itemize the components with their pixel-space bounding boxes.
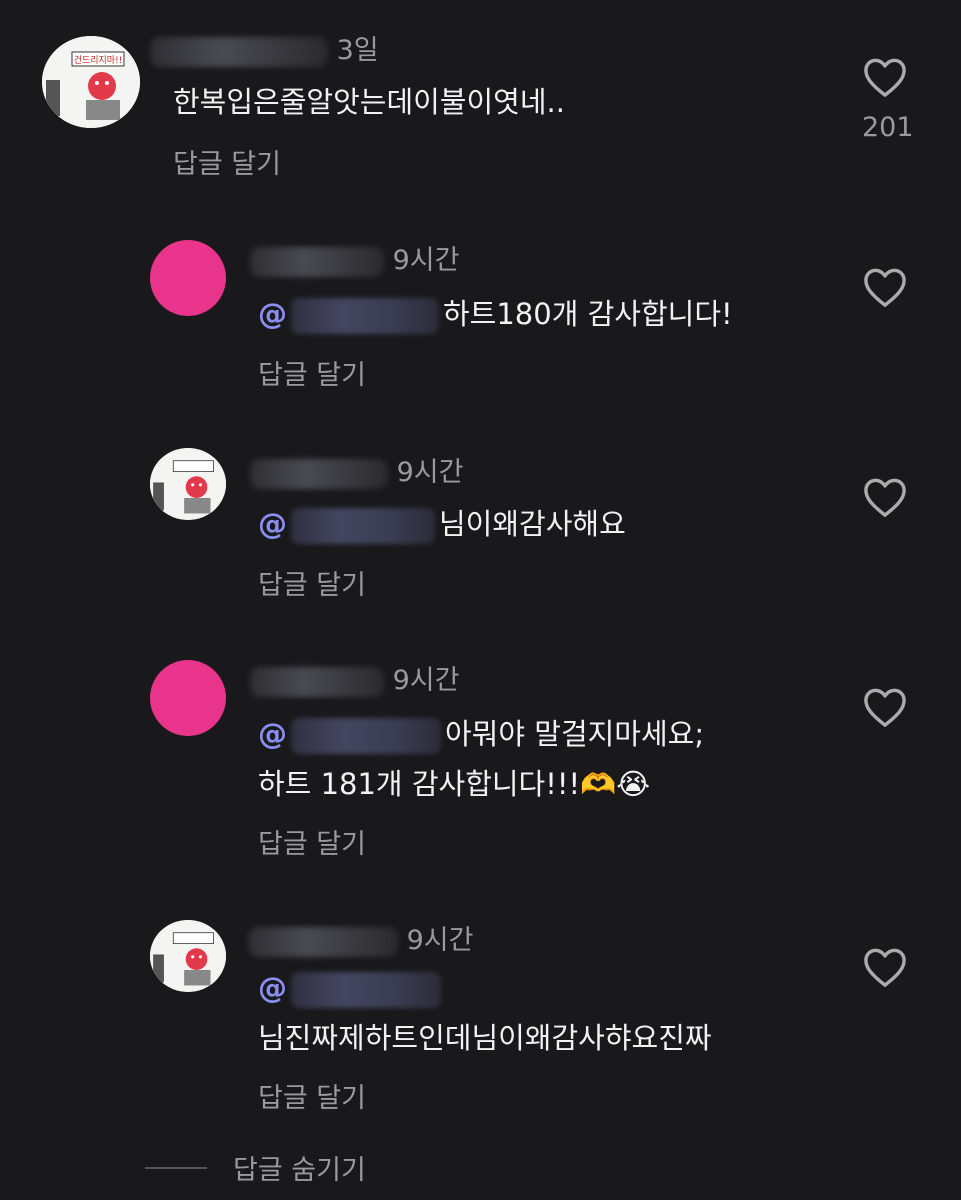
- comment-text: 아뭐야 말걸지마세요;: [445, 717, 705, 751]
- reply-button[interactable]: 답글 달기: [173, 142, 281, 181]
- threads-at-icon: @: [258, 297, 287, 331]
- reply-button[interactable]: 답글 달기: [258, 563, 366, 602]
- comment-time: 9시간: [396, 457, 464, 488]
- comment-text: 하트180개 감사합니다!: [443, 297, 733, 331]
- avatar[interactable]: [150, 240, 226, 316]
- mention-redacted[interactable]: [291, 298, 439, 334]
- avatar[interactable]: 건드리지마!!: [42, 36, 140, 128]
- avatar[interactable]: [150, 920, 226, 992]
- username-redacted[interactable]: [250, 458, 388, 489]
- heart-icon[interactable]: [862, 946, 908, 988]
- avatar-cartoon-image: 건드리지마!!: [42, 36, 140, 128]
- reply-button[interactable]: 답글 달기: [258, 822, 366, 861]
- heart-icon[interactable]: [862, 56, 908, 98]
- hide-replies-button[interactable]: 답글 숨기기: [233, 1148, 366, 1187]
- avatar-cartoon-image: [150, 448, 226, 520]
- avatar[interactable]: [150, 448, 226, 520]
- heart-icon[interactable]: [862, 266, 908, 308]
- comment-text: 한복입은줄알앗는데이불이엿네..: [173, 85, 565, 119]
- comment-text: 님진짜제하트인데님이왜감사햐요진짜: [258, 1021, 712, 1055]
- mention-redacted[interactable]: [291, 718, 441, 754]
- avatar-sign-text: 건드리지마!!: [74, 55, 123, 66]
- threads-at-icon: @: [258, 507, 287, 541]
- comment-text-line2: 하트 181개 감사합니다!!!🫶😭: [258, 767, 651, 801]
- mention-redacted[interactable]: [291, 972, 441, 1008]
- reply-button[interactable]: 답글 달기: [258, 1076, 366, 1115]
- avatar[interactable]: [150, 660, 226, 736]
- comment-text: 님이왜감사해요: [439, 507, 626, 541]
- username-redacted[interactable]: [248, 926, 398, 957]
- divider: [145, 1167, 207, 1169]
- comment-time: 9시간: [392, 245, 460, 276]
- comment-time: 9시간: [406, 925, 474, 956]
- heart-icon[interactable]: [862, 476, 908, 518]
- username-redacted[interactable]: [150, 36, 328, 67]
- reply-button[interactable]: 답글 달기: [258, 353, 366, 392]
- threads-at-icon: @: [258, 971, 287, 1005]
- threads-at-icon: @: [258, 717, 287, 751]
- like-count: 201: [862, 112, 914, 143]
- comment-time: 3일: [336, 35, 379, 66]
- username-redacted[interactable]: [250, 666, 384, 697]
- comment-time: 9시간: [392, 665, 460, 696]
- mention-redacted[interactable]: [291, 508, 435, 544]
- heart-icon[interactable]: [862, 686, 908, 728]
- avatar-cartoon-image: [150, 920, 226, 992]
- username-redacted[interactable]: [250, 246, 384, 277]
